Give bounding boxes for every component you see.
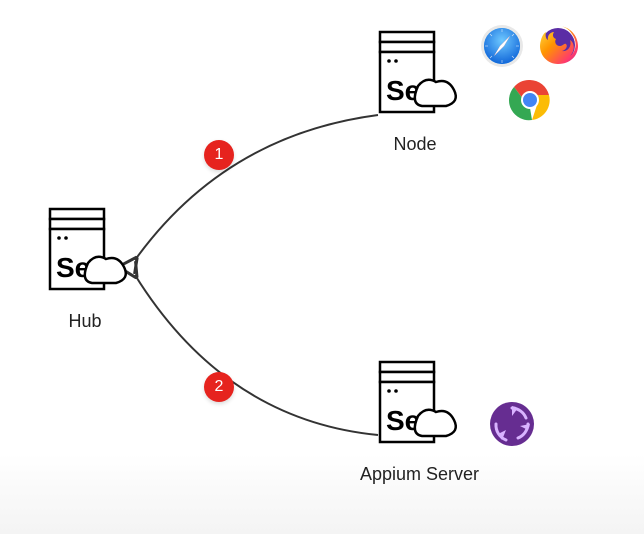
chrome-icon: [508, 78, 552, 122]
appium-block: Se Appium Server: [370, 358, 460, 485]
firefox-icon: [536, 22, 580, 66]
hub-block: Se Hub: [40, 205, 130, 332]
hub-label: Hub: [40, 311, 130, 332]
safari-icon: [480, 24, 524, 68]
selenium-server-icon: Se: [370, 358, 460, 458]
appium-icon: [488, 400, 536, 448]
node-block: Se Node: [370, 28, 460, 155]
selenium-server-icon: Se: [40, 205, 130, 305]
step-badge-1: 1: [204, 140, 234, 170]
node-label: Node: [370, 134, 460, 155]
selenium-server-icon: Se: [370, 28, 460, 128]
step-badge-2: 2: [204, 372, 234, 402]
appium-label: Appium Server: [360, 464, 460, 485]
